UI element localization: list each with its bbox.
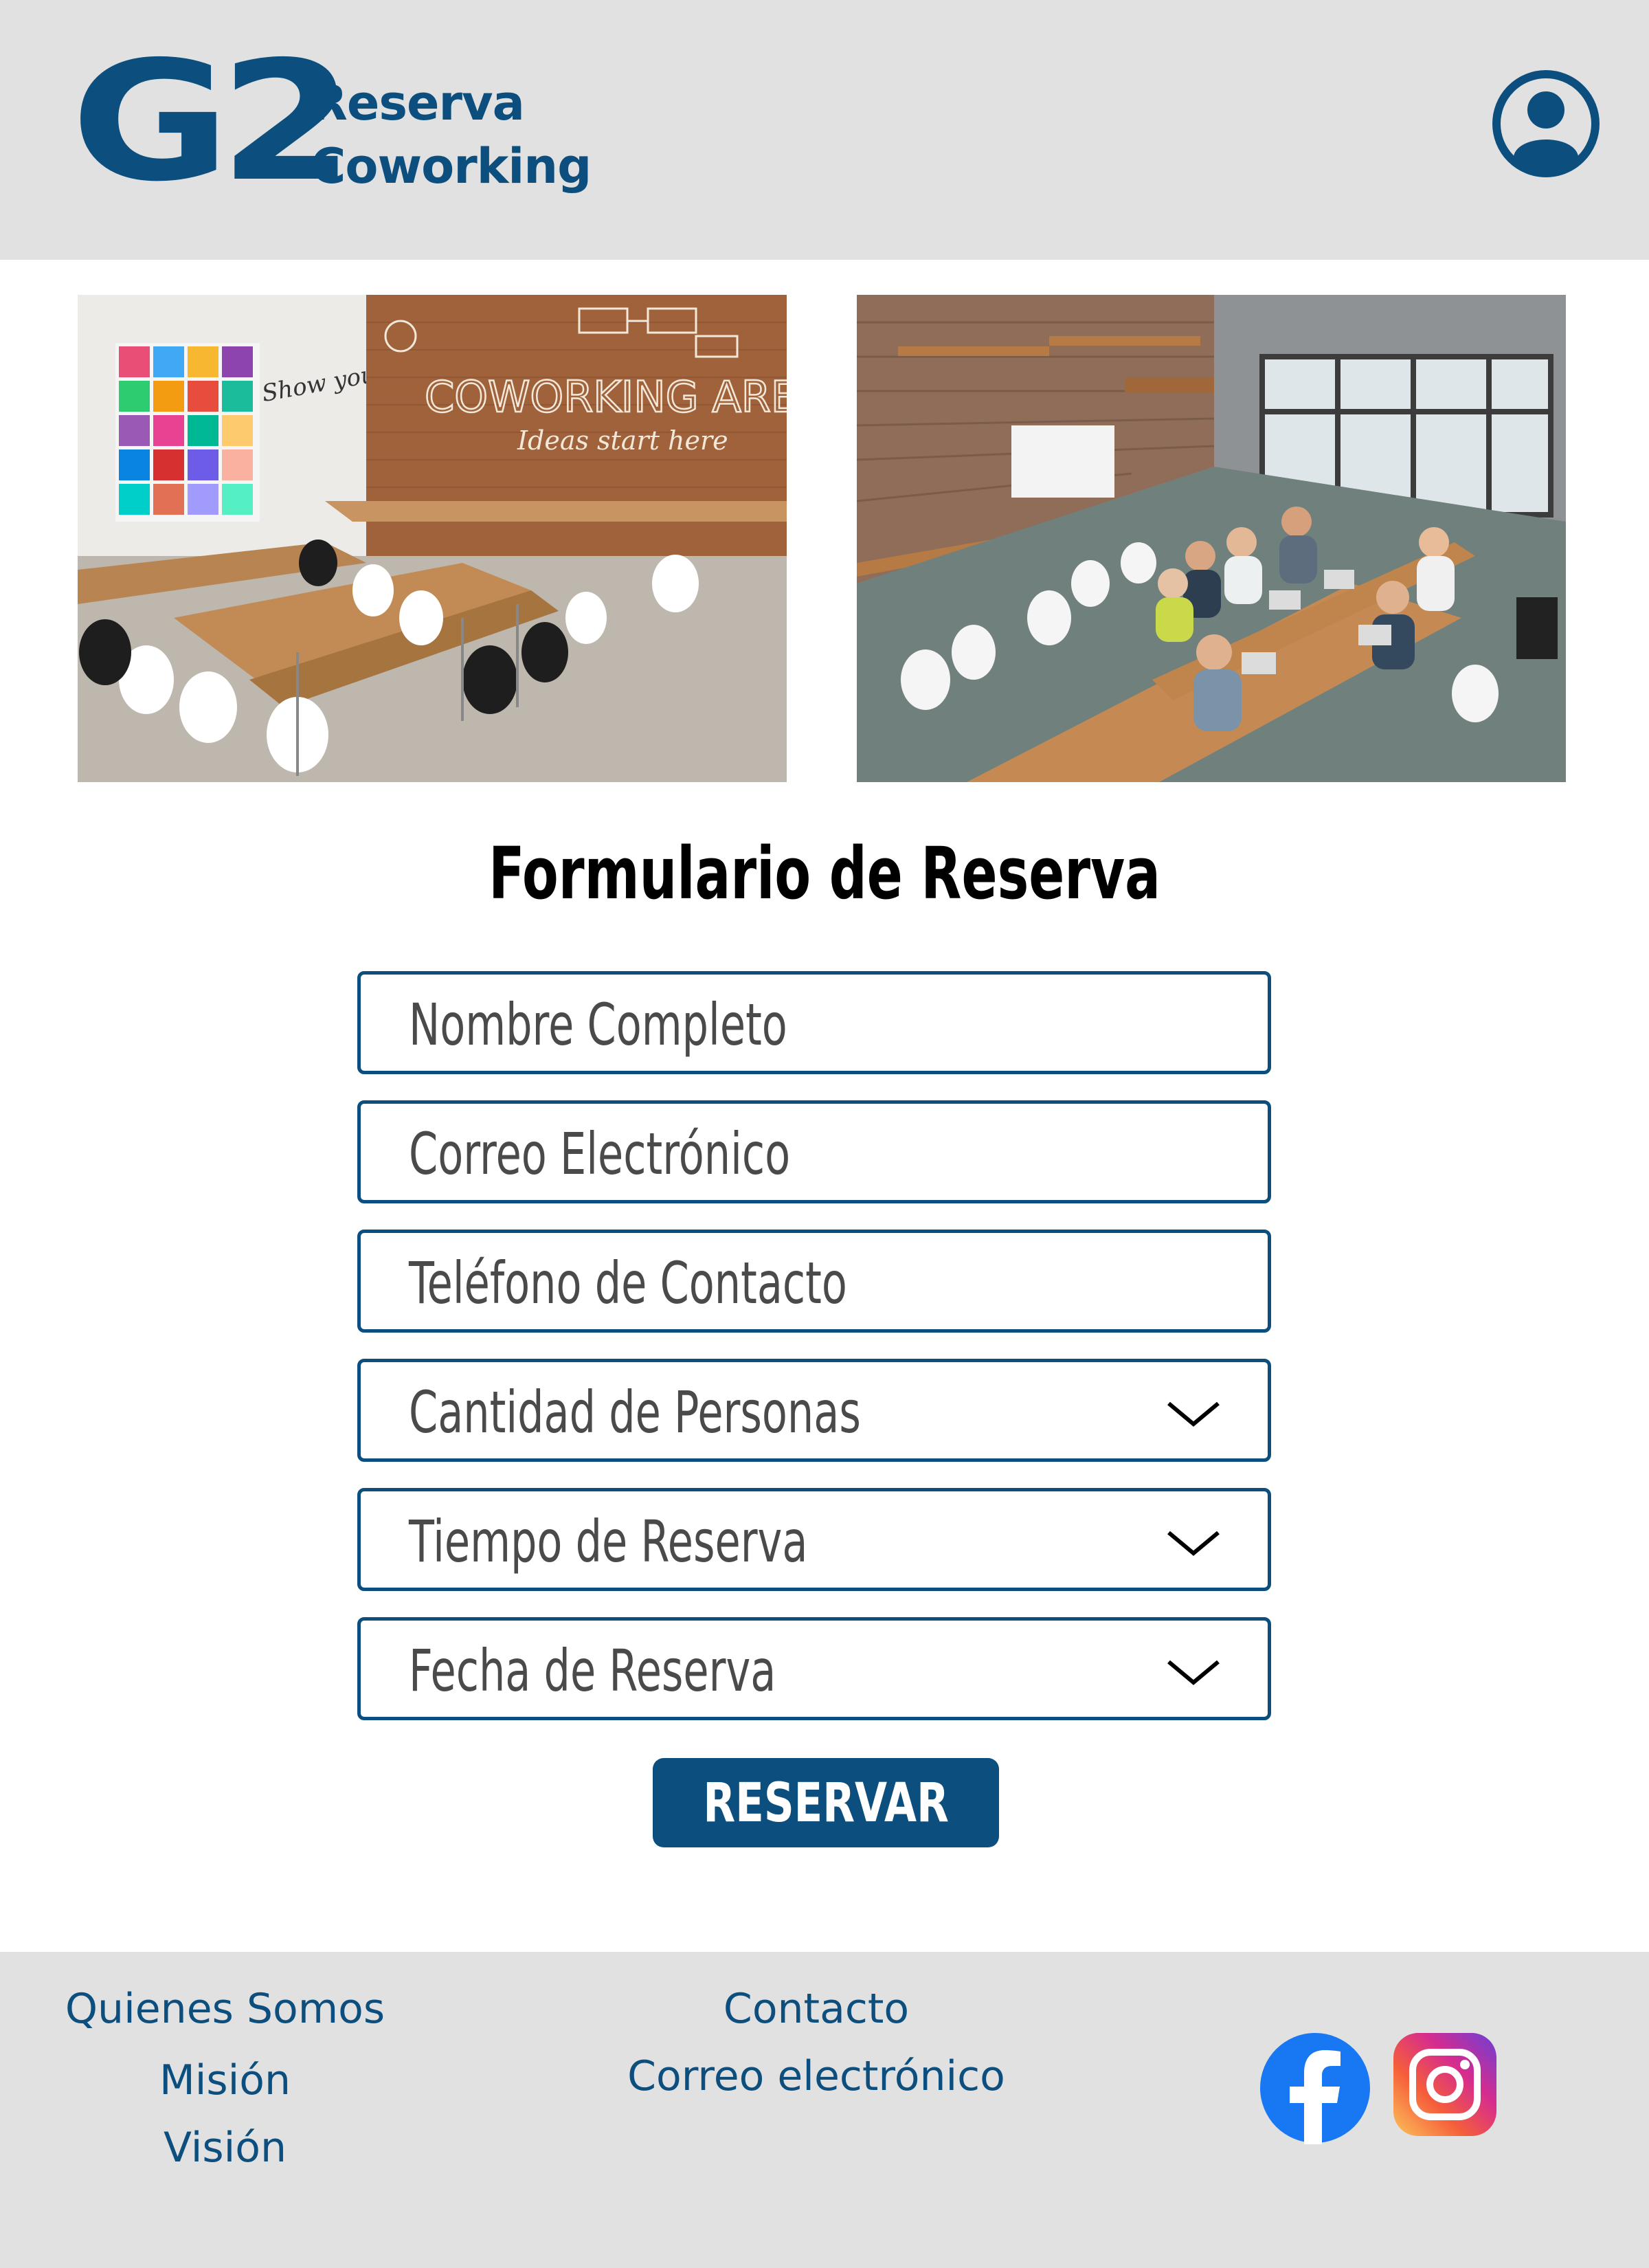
footer-link-contacto[interactable]: Contacto xyxy=(576,1985,1057,2033)
full-name-placeholder: Nombre Completo xyxy=(409,991,787,1058)
reservation-time-placeholder: Tiempo de Reserva xyxy=(409,1508,808,1575)
logo-text[interactable]: Reserva Coworking xyxy=(311,71,592,198)
form-title: Formulario de Reserva xyxy=(489,832,1160,915)
full-name-field[interactable]: Nombre Completo xyxy=(357,971,1271,1074)
logo-mark[interactable]: G2 xyxy=(71,39,355,204)
chevron-down-icon[interactable] xyxy=(1166,1523,1221,1561)
site-header: G2 Reserva Coworking xyxy=(0,0,1649,260)
site-footer: Quienes Somos Misión Visión Contacto Cor… xyxy=(0,1952,1649,2268)
phone-field[interactable]: Teléfono de Contacto xyxy=(357,1230,1271,1333)
footer-link-correo[interactable]: Correo electrónico xyxy=(576,2052,1057,2100)
email-field[interactable]: Correo Electrónico xyxy=(357,1100,1271,1203)
reserve-button[interactable]: RESERVAR xyxy=(653,1758,999,1847)
reservation-date-placeholder: Fecha de Reserva xyxy=(409,1637,776,1704)
instagram-icon[interactable] xyxy=(1393,2033,1496,2136)
reservation-time-select[interactable]: Tiempo de Reserva xyxy=(357,1488,1271,1591)
reservation-date-select[interactable]: Fecha de Reserva xyxy=(357,1617,1271,1720)
phone-placeholder: Teléfono de Contacto xyxy=(409,1249,847,1317)
user-circle-icon[interactable] xyxy=(1491,69,1601,179)
people-count-placeholder: Cantidad de Personas xyxy=(409,1379,861,1446)
chevron-down-icon[interactable] xyxy=(1166,1652,1221,1691)
email-placeholder: Correo Electrónico xyxy=(409,1120,791,1188)
coworking-area-photo: Show your work COWORKING AREA Ideas star… xyxy=(78,295,787,782)
team-meeting-photo xyxy=(857,295,1566,782)
footer-link-vision[interactable]: Visión xyxy=(0,2124,450,2172)
facebook-icon[interactable] xyxy=(1259,2032,1371,2144)
logo-line-1: Reserva xyxy=(311,75,525,131)
footer-link-mision[interactable]: Misión xyxy=(0,2056,450,2104)
ideas-start-here-sign: Ideas start here xyxy=(517,425,728,456)
reserve-button-label: RESERVAR xyxy=(703,1772,949,1834)
chevron-down-icon[interactable] xyxy=(1166,1394,1221,1432)
people-count-select[interactable]: Cantidad de Personas xyxy=(357,1359,1271,1462)
footer-link-quienes-somos[interactable]: Quienes Somos xyxy=(0,1985,450,2033)
logo-line-2: Coworking xyxy=(311,138,592,194)
coworking-area-sign: COWORKING AREA xyxy=(425,372,787,422)
